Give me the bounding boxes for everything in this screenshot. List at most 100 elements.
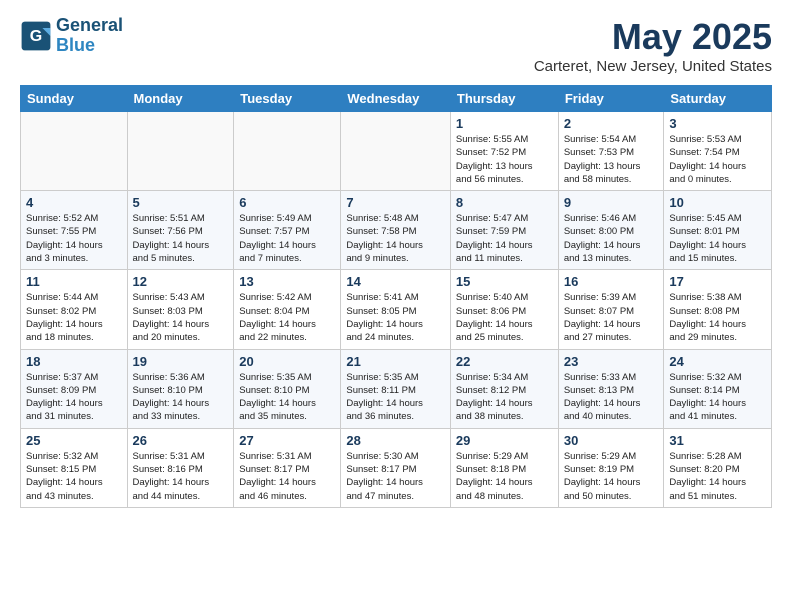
weekday-header: Saturday bbox=[664, 86, 772, 112]
day-number: 24 bbox=[669, 354, 766, 369]
calendar-cell: 17 Sunrise: 5:38 AMSunset: 8:08 PMDayligh… bbox=[664, 270, 772, 349]
day-info: Sunrise: 5:55 AMSunset: 7:52 PMDaylight:… bbox=[456, 133, 553, 186]
logo: G General Blue bbox=[20, 16, 123, 56]
weekday-header: Monday bbox=[127, 86, 234, 112]
day-info: Sunrise: 5:38 AMSunset: 8:08 PMDaylight:… bbox=[669, 291, 766, 344]
calendar-cell: 22 Sunrise: 5:34 AMSunset: 8:12 PMDayligh… bbox=[450, 349, 558, 428]
day-number: 18 bbox=[26, 354, 122, 369]
calendar-week-row: 25 Sunrise: 5:32 AMSunset: 8:15 PMDayligh… bbox=[21, 428, 772, 507]
calendar-cell bbox=[234, 112, 341, 191]
calendar-table: SundayMondayTuesdayWednesdayThursdayFrid… bbox=[20, 85, 772, 508]
calendar-cell bbox=[21, 112, 128, 191]
calendar-cell: 16Sunrise: 5:39 AMSunset: 8:07 PMDayligh… bbox=[558, 270, 664, 349]
day-number: 11 bbox=[26, 274, 122, 289]
day-info: Sunrise: 5:33 AMSunset: 8:13 PMDaylight:… bbox=[564, 371, 659, 424]
day-number: 3 bbox=[669, 116, 766, 131]
calendar-week-row: 18 Sunrise: 5:37 AMSunset: 8:09 PMDayligh… bbox=[21, 349, 772, 428]
calendar-cell: 5 Sunrise: 5:51 AMSunset: 7:56 PMDaylight… bbox=[127, 191, 234, 270]
svg-text:G: G bbox=[30, 28, 42, 45]
calendar-cell: 20 Sunrise: 5:35 AMSunset: 8:10 PMDayligh… bbox=[234, 349, 341, 428]
calendar-header-row: SundayMondayTuesdayWednesdayThursdayFrid… bbox=[21, 86, 772, 112]
calendar-cell: 24 Sunrise: 5:32 AMSunset: 8:14 PMDayligh… bbox=[664, 349, 772, 428]
day-info: Sunrise: 5:35 AMSunset: 8:11 PMDaylight:… bbox=[346, 371, 445, 424]
day-info: Sunrise: 5:52 AMSunset: 7:55 PMDaylight:… bbox=[26, 212, 122, 265]
calendar-cell: 25 Sunrise: 5:32 AMSunset: 8:15 PMDayligh… bbox=[21, 428, 128, 507]
calendar-cell: 23 Sunrise: 5:33 AMSunset: 8:13 PMDayligh… bbox=[558, 349, 664, 428]
day-number: 31 bbox=[669, 433, 766, 448]
day-number: 4 bbox=[26, 195, 122, 210]
day-info: Sunrise: 5:43 AMSunset: 8:03 PMDaylight:… bbox=[133, 291, 229, 344]
day-number: 1 bbox=[456, 116, 553, 131]
day-info: Sunrise: 5:41 AMSunset: 8:05 PMDaylight:… bbox=[346, 291, 445, 344]
day-number: 16 bbox=[564, 274, 659, 289]
header: G General Blue May 2025 Carteret, New Je… bbox=[20, 16, 772, 75]
calendar-cell: 30 Sunrise: 5:29 AMSunset: 8:19 PMDayligh… bbox=[558, 428, 664, 507]
day-info: Sunrise: 5:31 AMSunset: 8:17 PMDaylight:… bbox=[239, 450, 335, 503]
day-number: 15 bbox=[456, 274, 553, 289]
calendar-cell: 29 Sunrise: 5:29 AMSunset: 8:18 PMDayligh… bbox=[450, 428, 558, 507]
calendar-cell: 1 Sunrise: 5:55 AMSunset: 7:52 PMDaylight… bbox=[450, 112, 558, 191]
day-info: Sunrise: 5:44 AMSunset: 8:02 PMDaylight:… bbox=[26, 291, 122, 344]
day-number: 22 bbox=[456, 354, 553, 369]
calendar-cell: 19 Sunrise: 5:36 AMSunset: 8:10 PMDayligh… bbox=[127, 349, 234, 428]
day-info: Sunrise: 5:46 AMSunset: 8:00 PMDaylight:… bbox=[564, 212, 659, 265]
day-number: 21 bbox=[346, 354, 445, 369]
location-title: Carteret, New Jersey, United States bbox=[534, 58, 772, 75]
page: G General Blue May 2025 Carteret, New Je… bbox=[0, 0, 792, 524]
calendar-cell: 27 Sunrise: 5:31 AMSunset: 8:17 PMDayligh… bbox=[234, 428, 341, 507]
day-info: Sunrise: 5:32 AMSunset: 8:14 PMDaylight:… bbox=[669, 371, 766, 424]
calendar-cell: 18 Sunrise: 5:37 AMSunset: 8:09 PMDayligh… bbox=[21, 349, 128, 428]
day-info: Sunrise: 5:53 AMSunset: 7:54 PMDaylight:… bbox=[669, 133, 766, 186]
calendar-cell: 12 Sunrise: 5:43 AMSunset: 8:03 PMDayligh… bbox=[127, 270, 234, 349]
calendar-cell: 7Sunrise: 5:48 AMSunset: 7:58 PMDaylight… bbox=[341, 191, 451, 270]
day-number: 12 bbox=[133, 274, 229, 289]
day-number: 26 bbox=[133, 433, 229, 448]
logo-icon: G bbox=[20, 20, 52, 52]
day-info: Sunrise: 5:54 AMSunset: 7:53 PMDaylight:… bbox=[564, 133, 659, 186]
day-number: 19 bbox=[133, 354, 229, 369]
day-info: Sunrise: 5:48 AMSunset: 7:58 PMDaylight:… bbox=[346, 212, 445, 265]
day-info: Sunrise: 5:42 AMSunset: 8:04 PMDaylight:… bbox=[239, 291, 335, 344]
day-number: 25 bbox=[26, 433, 122, 448]
day-info: Sunrise: 5:36 AMSunset: 8:10 PMDaylight:… bbox=[133, 371, 229, 424]
calendar-cell: 13Sunrise: 5:42 AMSunset: 8:04 PMDayligh… bbox=[234, 270, 341, 349]
day-number: 5 bbox=[133, 195, 229, 210]
day-number: 27 bbox=[239, 433, 335, 448]
day-info: Sunrise: 5:45 AMSunset: 8:01 PMDaylight:… bbox=[669, 212, 766, 265]
day-info: Sunrise: 5:37 AMSunset: 8:09 PMDaylight:… bbox=[26, 371, 122, 424]
day-info: Sunrise: 5:47 AMSunset: 7:59 PMDaylight:… bbox=[456, 212, 553, 265]
day-number: 29 bbox=[456, 433, 553, 448]
day-number: 30 bbox=[564, 433, 659, 448]
logo-line2: Blue bbox=[56, 36, 123, 56]
calendar-cell: 2Sunrise: 5:54 AMSunset: 7:53 PMDaylight… bbox=[558, 112, 664, 191]
calendar-cell: 8 Sunrise: 5:47 AMSunset: 7:59 PMDaylight… bbox=[450, 191, 558, 270]
day-number: 6 bbox=[239, 195, 335, 210]
day-number: 17 bbox=[669, 274, 766, 289]
calendar-week-row: 11 Sunrise: 5:44 AMSunset: 8:02 PMDayligh… bbox=[21, 270, 772, 349]
logo-line1: General bbox=[56, 16, 123, 36]
day-number: 8 bbox=[456, 195, 553, 210]
calendar-cell: 31Sunrise: 5:28 AMSunset: 8:20 PMDayligh… bbox=[664, 428, 772, 507]
day-number: 14 bbox=[346, 274, 445, 289]
weekday-header: Friday bbox=[558, 86, 664, 112]
day-info: Sunrise: 5:32 AMSunset: 8:15 PMDaylight:… bbox=[26, 450, 122, 503]
calendar-cell: 6 Sunrise: 5:49 AMSunset: 7:57 PMDaylight… bbox=[234, 191, 341, 270]
calendar-cell: 26Sunrise: 5:31 AMSunset: 8:16 PMDayligh… bbox=[127, 428, 234, 507]
day-info: Sunrise: 5:51 AMSunset: 7:56 PMDaylight:… bbox=[133, 212, 229, 265]
day-info: Sunrise: 5:30 AMSunset: 8:17 PMDaylight:… bbox=[346, 450, 445, 503]
day-number: 23 bbox=[564, 354, 659, 369]
calendar-cell bbox=[127, 112, 234, 191]
calendar-cell: 28Sunrise: 5:30 AMSunset: 8:17 PMDayligh… bbox=[341, 428, 451, 507]
day-info: Sunrise: 5:35 AMSunset: 8:10 PMDaylight:… bbox=[239, 371, 335, 424]
month-title: May 2025 bbox=[534, 16, 772, 58]
day-number: 20 bbox=[239, 354, 335, 369]
calendar-cell: 11 Sunrise: 5:44 AMSunset: 8:02 PMDayligh… bbox=[21, 270, 128, 349]
day-info: Sunrise: 5:34 AMSunset: 8:12 PMDaylight:… bbox=[456, 371, 553, 424]
weekday-header: Sunday bbox=[21, 86, 128, 112]
calendar-cell: 4 Sunrise: 5:52 AMSunset: 7:55 PMDaylight… bbox=[21, 191, 128, 270]
day-info: Sunrise: 5:29 AMSunset: 8:18 PMDaylight:… bbox=[456, 450, 553, 503]
day-info: Sunrise: 5:49 AMSunset: 7:57 PMDaylight:… bbox=[239, 212, 335, 265]
weekday-header: Tuesday bbox=[234, 86, 341, 112]
day-info: Sunrise: 5:29 AMSunset: 8:19 PMDaylight:… bbox=[564, 450, 659, 503]
day-number: 9 bbox=[564, 195, 659, 210]
